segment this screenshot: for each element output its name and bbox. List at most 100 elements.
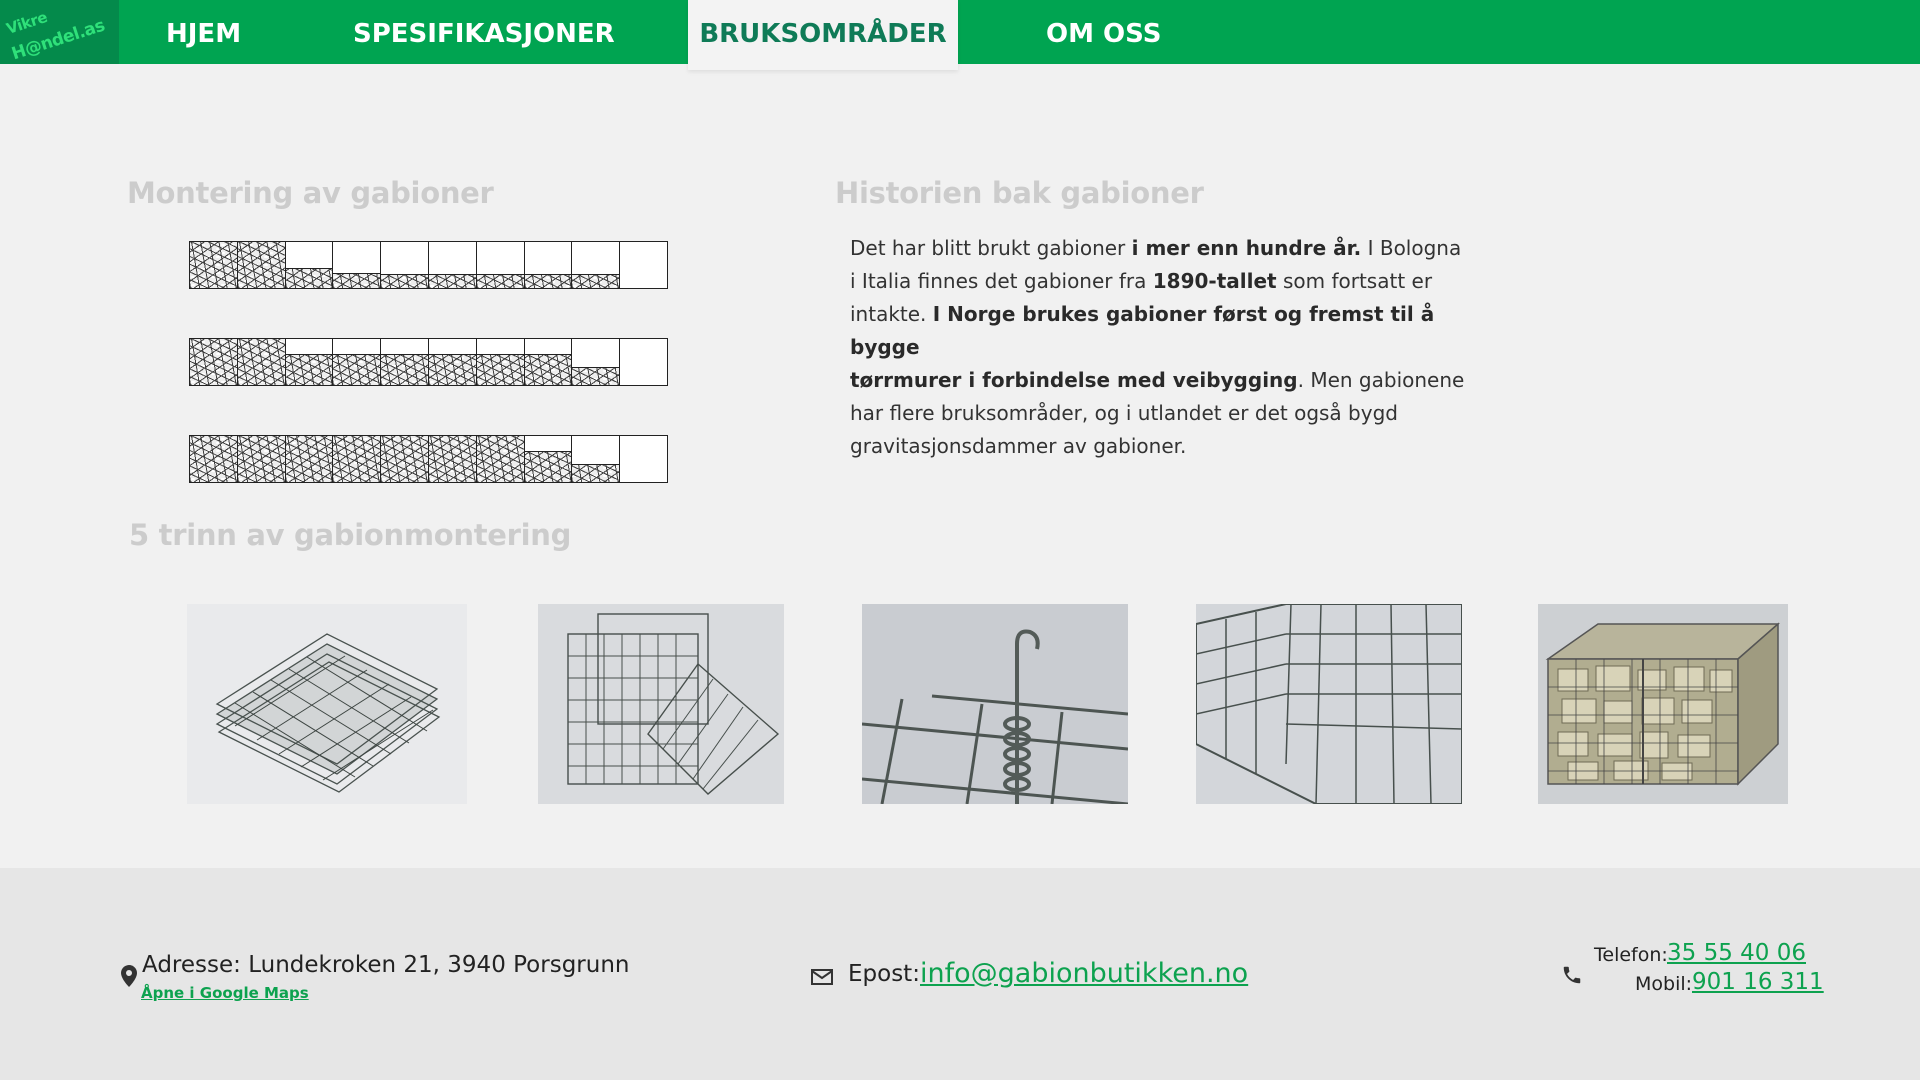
phone-label: Telefon: bbox=[1594, 944, 1668, 966]
email-link[interactable]: info@gabionbutikken.no bbox=[920, 958, 1248, 989]
gabion-stone-fill bbox=[237, 242, 285, 288]
history-text: I Bologna bbox=[1361, 236, 1462, 260]
history-bold-text: I Norge brukes gabioner først og fremst … bbox=[850, 302, 1435, 359]
montering-title: Montering av gabioner bbox=[127, 176, 494, 210]
gabion-cell bbox=[381, 436, 429, 482]
gabion-stone-fill bbox=[476, 274, 524, 288]
gabion-cell bbox=[476, 339, 525, 385]
history-text: . Men gabionene bbox=[1297, 368, 1465, 392]
gabion-cell bbox=[572, 339, 621, 386]
gabion-stone-fill bbox=[476, 354, 524, 385]
page: Vikre H@ndel.as HJEM SPESIFIKASJONER BRU… bbox=[0, 0, 1920, 1080]
gabion-cell bbox=[524, 339, 573, 385]
gabion-stone-fill bbox=[428, 436, 476, 482]
history-text: har flere bruksområder, og i utlandet er… bbox=[850, 401, 1398, 425]
gabion-cell bbox=[237, 436, 286, 482]
gabion-stone-fill bbox=[476, 436, 524, 482]
history-bold-text: tørrmurer i forbindelse med veibygging bbox=[850, 368, 1298, 392]
gabion-fill-strip-3 bbox=[189, 435, 668, 483]
gabion-cell bbox=[285, 339, 334, 385]
gabion-cell bbox=[237, 242, 286, 288]
spiral-binder-photo bbox=[862, 604, 1128, 804]
address-text: Adresse: Lundekroken 21, 3940 Porsgrunn bbox=[142, 952, 630, 978]
gabion-stone-fill bbox=[381, 274, 428, 288]
gabion-cell bbox=[381, 242, 429, 288]
gabion-cell bbox=[190, 339, 238, 385]
gabion-stone-fill bbox=[572, 366, 620, 386]
gabion-cell bbox=[428, 436, 477, 482]
gabion-cell bbox=[524, 436, 573, 482]
nav-item-bruksomrader[interactable]: BRUKSOMRÅDER bbox=[688, 0, 958, 70]
gabion-cell bbox=[333, 436, 382, 482]
gabion-stone-fill bbox=[190, 339, 237, 385]
gabion-cell bbox=[572, 436, 621, 483]
mobile-label: Mobil: bbox=[1635, 973, 1693, 995]
stacked-mesh-panels-photo bbox=[187, 604, 467, 804]
gabion-stone-fill bbox=[333, 436, 381, 482]
gabion-cell bbox=[476, 436, 525, 482]
history-text: i Italia finnes det gabioner fra bbox=[850, 269, 1153, 293]
history-text: som fortsatt er bbox=[1276, 269, 1433, 293]
steps-title: 5 trinn av gabionmontering bbox=[129, 518, 572, 552]
gabion-fill-strip-2 bbox=[189, 338, 668, 386]
gabion-stone-fill bbox=[237, 339, 285, 385]
footer: Adresse: Lundekroken 21, 3940 Porsgrunn … bbox=[0, 868, 1920, 1080]
gabion-stone-fill bbox=[190, 242, 237, 288]
gabion-stone-fill bbox=[237, 436, 285, 482]
gabion-cell bbox=[237, 339, 286, 385]
gabion-stone-fill bbox=[285, 354, 333, 385]
gabion-cell bbox=[572, 242, 621, 288]
gabion-stone-fill bbox=[381, 354, 428, 385]
history-bold-text: 1890-tallet bbox=[1152, 269, 1277, 293]
phone-link[interactable]: 35 55 40 06 bbox=[1667, 940, 1806, 966]
gabion-cell bbox=[190, 242, 238, 288]
filled-gabion-photo bbox=[1538, 604, 1788, 804]
gabion-stone-fill bbox=[572, 463, 620, 483]
phone-icon bbox=[1563, 966, 1581, 984]
email-label: Epost: bbox=[848, 961, 920, 987]
gabion-cell bbox=[620, 436, 667, 482]
gabion-cell bbox=[285, 242, 334, 289]
nav-item-hjem[interactable]: HJEM bbox=[166, 0, 241, 64]
history-title: Historien bak gabioner bbox=[835, 176, 1204, 210]
gabion-stone-fill bbox=[333, 273, 381, 288]
gabion-cell bbox=[285, 436, 334, 482]
history-paragraph: Det har blitt brukt gabioner i mer enn h… bbox=[850, 232, 1470, 463]
gabion-cell bbox=[524, 242, 573, 288]
google-maps-link[interactable]: Åpne i Google Maps bbox=[141, 984, 309, 1002]
gabion-stone-fill bbox=[524, 451, 572, 482]
gabion-stone-fill bbox=[190, 436, 237, 482]
gabion-cell bbox=[428, 242, 477, 288]
gabion-stone-fill bbox=[428, 354, 476, 385]
nav-item-om-oss[interactable]: OM OSS bbox=[1046, 0, 1161, 64]
history-text: intakte. bbox=[850, 302, 933, 326]
gabion-cell bbox=[381, 339, 429, 385]
gabion-stone-fill bbox=[428, 274, 476, 288]
mobile-link[interactable]: 901 16 311 bbox=[1692, 969, 1824, 995]
gabion-stone-fill bbox=[285, 267, 333, 289]
gabion-stone-fill bbox=[572, 274, 620, 288]
gabion-stone-fill bbox=[524, 354, 572, 385]
gabion-stone-fill bbox=[285, 436, 333, 482]
gabion-stone-fill bbox=[381, 436, 428, 482]
gabion-cell bbox=[428, 339, 477, 385]
gabion-cell bbox=[476, 242, 525, 288]
gabion-stone-fill bbox=[524, 274, 572, 288]
mail-icon bbox=[811, 969, 833, 985]
logo[interactable]: Vikre H@ndel.as bbox=[0, 0, 119, 64]
gabion-cell bbox=[333, 339, 382, 385]
gabion-cell bbox=[333, 242, 382, 288]
gabion-cell bbox=[620, 339, 667, 385]
gabion-fill-strip-1 bbox=[189, 241, 668, 289]
location-pin-icon bbox=[121, 965, 137, 987]
top-nav: Vikre H@ndel.as HJEM SPESIFIKASJONER BRU… bbox=[0, 0, 1920, 70]
gabion-cell bbox=[620, 242, 667, 288]
history-text: gravitasjonsdammer av gabioner. bbox=[850, 434, 1187, 458]
history-text: Det har blitt brukt gabioner bbox=[850, 236, 1132, 260]
gabion-cell bbox=[190, 436, 238, 482]
unfolded-mesh-box-photo bbox=[538, 604, 784, 804]
mesh-corner-photo bbox=[1196, 604, 1462, 804]
gabion-stone-fill bbox=[333, 354, 381, 385]
nav-item-spesifikasjoner[interactable]: SPESIFIKASJONER bbox=[353, 0, 615, 64]
history-bold-text: i mer enn hundre år. bbox=[1131, 236, 1362, 260]
